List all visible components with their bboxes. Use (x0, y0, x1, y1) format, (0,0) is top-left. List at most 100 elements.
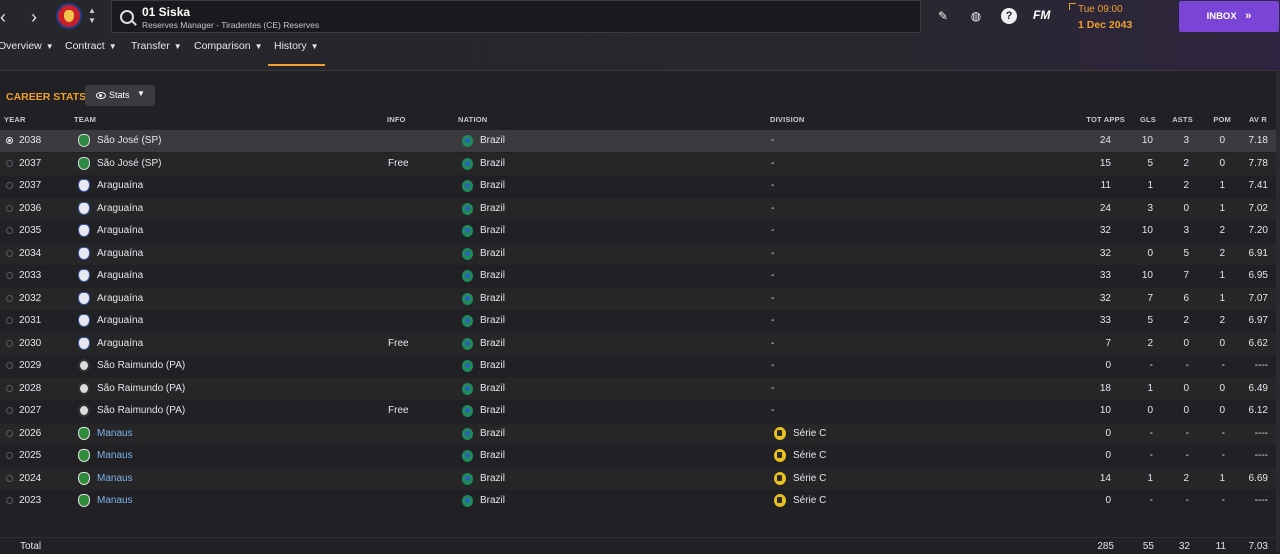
team-name[interactable]: Manaus (97, 473, 133, 484)
row-radio-icon[interactable] (6, 339, 13, 347)
tab-overview[interactable]: Overview ▼ (0, 40, 54, 64)
tab-comparison[interactable]: Comparison ▼ (194, 40, 263, 64)
col-header-nation[interactable]: NATION (458, 115, 487, 124)
team-name[interactable]: São José (SP) (97, 158, 161, 169)
col-header-pom[interactable]: POM (1207, 115, 1231, 124)
row-radio-icon[interactable] (6, 294, 13, 302)
row-radio-icon[interactable] (6, 474, 13, 482)
table-row[interactable]: 2038 São José (SP) Brazil - 24 10 3 0 7.18 (0, 130, 1276, 152)
stats-view-dropdown[interactable]: Stats ▼ (85, 85, 155, 106)
team-name[interactable]: Araguaína (97, 315, 143, 326)
row-radio-icon[interactable] (6, 272, 13, 279)
team-name[interactable]: São José (SP) (97, 135, 161, 146)
division-name[interactable]: Série C (793, 428, 826, 439)
nation-name[interactable]: Brazil (480, 428, 505, 439)
tab-contract[interactable]: Contract ▼ (65, 40, 117, 64)
row-radio-icon[interactable] (6, 497, 13, 504)
team-name[interactable]: Manaus (97, 450, 133, 461)
nation-name[interactable]: Brazil (480, 383, 505, 394)
col-header-gls[interactable]: GLS (1136, 115, 1156, 124)
col-header-asts[interactable]: ASTS (1169, 115, 1193, 124)
table-row[interactable]: 2036 Araguaína Brazil - 24 3 0 1 7.02 (0, 197, 1276, 220)
team-name[interactable]: São Raimundo (PA) (97, 405, 185, 416)
pencil-icon[interactable]: ✎ (935, 8, 951, 24)
up-down-arrows-icon[interactable]: ▲ ▼ (86, 6, 98, 26)
team-name[interactable]: Araguaína (97, 248, 143, 259)
help-icon[interactable]: ? (1001, 8, 1017, 24)
nation-name[interactable]: Brazil (480, 360, 505, 371)
team-name[interactable]: Araguaína (97, 338, 143, 349)
nation-name[interactable]: Brazil (480, 495, 505, 506)
table-row[interactable]: 2028 São Raimundo (PA) Brazil - 18 1 0 0 6.49 (0, 377, 1276, 400)
col-header-division[interactable]: DIVISION (770, 115, 805, 124)
table-row[interactable]: 2023 Manaus Brazil Série C 0- - - ---- (0, 490, 1276, 512)
table-row[interactable]: 2033 Araguaína Brazil - 33 10 7 1 6.95 (0, 265, 1276, 287)
nation-name[interactable]: Brazil (480, 450, 505, 461)
row-radio-icon[interactable] (6, 159, 13, 167)
nation-name[interactable]: Brazil (480, 315, 505, 326)
table-row[interactable]: 2027 São Raimundo (PA) Free Brazil - 10 0 0 0 6.1… (0, 400, 1276, 422)
back-arrow-icon[interactable]: ‹ (0, 8, 12, 26)
nation-name[interactable]: Brazil (480, 158, 505, 169)
col-header-team[interactable]: TEAM (74, 115, 96, 124)
team-name[interactable]: Manaus (97, 428, 133, 439)
fm-logo[interactable]: FM (1033, 8, 1050, 22)
table-row[interactable]: 2025 Manaus Brazil Série C 0- - - ---- (0, 445, 1276, 467)
nation-name[interactable]: Brazil (480, 203, 505, 214)
team-name[interactable]: São Raimundo (PA) (97, 360, 185, 371)
team-name[interactable]: São Raimundo (PA) (97, 383, 185, 394)
table-row[interactable]: 2024 Manaus Brazil Série C 14 1 2 1 6.69 (0, 467, 1276, 490)
nation-name[interactable]: Brazil (480, 293, 505, 304)
tab-history[interactable]: History ▼ (268, 40, 325, 66)
row-radio-icon[interactable] (6, 137, 13, 144)
row-radio-icon[interactable] (6, 452, 13, 459)
table-row[interactable]: 2026 Manaus Brazil Série C 0- - - ---- (0, 422, 1276, 445)
nation-name[interactable]: Brazil (480, 225, 505, 236)
team-name[interactable]: Araguaína (97, 270, 143, 281)
nation-name[interactable]: Brazil (480, 473, 505, 484)
row-radio-icon[interactable] (6, 429, 13, 437)
team-name[interactable]: Araguaína (97, 225, 143, 236)
globe-icon[interactable]: ◍ (968, 8, 984, 24)
division-name[interactable]: Série C (793, 450, 826, 461)
row-radio-icon[interactable] (6, 249, 13, 257)
division-name[interactable]: Série C (793, 473, 826, 484)
team-name[interactable]: Araguaína (97, 180, 143, 191)
nation-name[interactable]: Brazil (480, 180, 505, 191)
col-header-year[interactable]: YEAR (4, 115, 26, 124)
nation-name[interactable]: Brazil (480, 338, 505, 349)
table-row[interactable]: 2029 São Raimundo (PA) Brazil -0- - - ---- (0, 355, 1276, 377)
table-row[interactable]: 2034 Araguaína Brazil - 32 0 5 2 6.91 (0, 242, 1276, 265)
row-radio-icon[interactable] (6, 362, 13, 369)
scrollbar[interactable] (1276, 70, 1280, 551)
row-radio-icon[interactable] (6, 204, 13, 212)
col-header-tot-apps[interactable]: TOT APPS (1080, 115, 1125, 124)
date-display[interactable]: Tue 09:00 1 Dec 2043 (1066, 0, 1166, 36)
table-row[interactable]: 2037 São José (SP) Free Brazil - 15 5 2 0 7.78 (0, 152, 1276, 175)
row-radio-icon[interactable] (6, 182, 13, 189)
nation-name[interactable]: Brazil (480, 248, 505, 259)
inbox-button[interactable]: INBOX » (1179, 1, 1279, 32)
table-row[interactable]: 2030 Araguaína Free Brazil - 7 2 0 0 6.62 (0, 332, 1276, 355)
team-name[interactable]: Araguaína (97, 293, 143, 304)
forward-arrow-icon[interactable]: › (25, 8, 43, 26)
table-row[interactable]: 2035 Araguaína Brazil -32 10 3 2 7.20 (0, 220, 1276, 242)
col-header-info[interactable]: INFO (387, 115, 406, 124)
col-header-avr[interactable]: AV R (1243, 115, 1267, 124)
nation-name[interactable]: Brazil (480, 405, 505, 416)
table-row[interactable]: 2037 Araguaína Brazil -11 1 2 1 7.41 (0, 175, 1276, 197)
tab-transfer[interactable]: Transfer ▼ (131, 40, 182, 64)
table-row[interactable]: 2031 Araguaína Brazil - 33 5 2 2 6.97 (0, 310, 1276, 332)
row-radio-icon[interactable] (6, 384, 13, 392)
row-radio-icon[interactable] (6, 227, 13, 234)
search-bar[interactable]: 01 Siska Reserves Manager - Tiradentes (… (111, 0, 921, 33)
nation-name[interactable]: Brazil (480, 135, 505, 146)
team-name[interactable]: Manaus (97, 495, 133, 506)
row-radio-icon[interactable] (6, 407, 13, 414)
nation-name[interactable]: Brazil (480, 270, 505, 281)
division-name[interactable]: Série C (793, 495, 826, 506)
row-radio-icon[interactable] (6, 317, 13, 324)
table-row[interactable]: 2032 Araguaína Brazil - 32 7 6 1 7.07 (0, 287, 1276, 310)
club-badge-icon[interactable] (56, 3, 82, 29)
team-name[interactable]: Araguaína (97, 203, 143, 214)
